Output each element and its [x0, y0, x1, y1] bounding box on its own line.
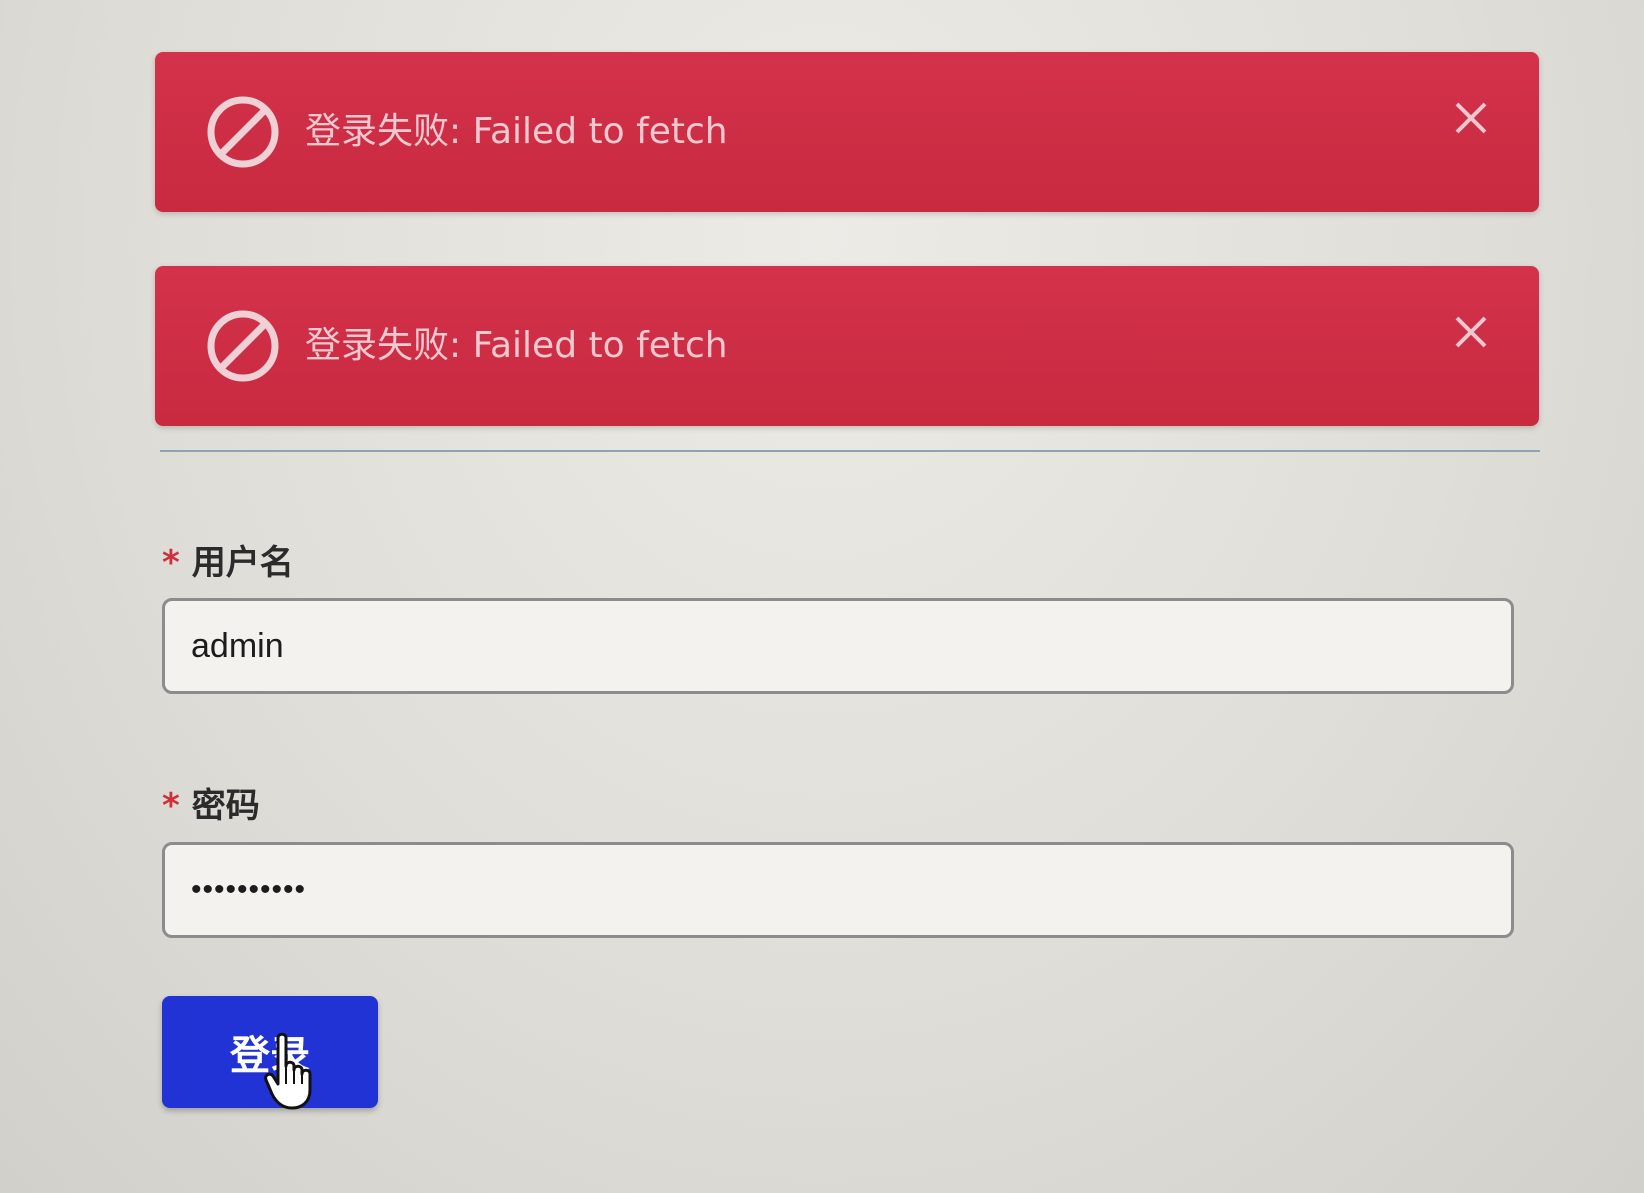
username-label: * 用户名: [162, 535, 294, 584]
username-input[interactable]: admin: [162, 598, 1514, 694]
password-value: ••••••••••: [191, 873, 307, 906]
hand-pointer-icon: [264, 1032, 312, 1110]
alert-message: 登录失败: Failed to fetch: [305, 325, 728, 366]
close-icon[interactable]: [1451, 312, 1491, 352]
error-alert: 登录失败: Failed to fetch: [155, 266, 1539, 426]
password-label: * 密码: [162, 778, 260, 827]
username-label-text: 用户名: [191, 543, 294, 583]
error-alert: 登录失败: Failed to fetch: [155, 52, 1539, 212]
required-mark: *: [162, 543, 180, 583]
username-value: admin: [191, 626, 284, 665]
required-mark: *: [162, 786, 180, 826]
alert-message: 登录失败: Failed to fetch: [305, 111, 728, 152]
forbidden-icon: [207, 310, 279, 382]
password-label-text: 密码: [191, 786, 260, 826]
forbidden-icon: [207, 96, 279, 168]
close-icon[interactable]: [1451, 98, 1491, 138]
divider: [160, 450, 1540, 452]
password-input[interactable]: ••••••••••: [162, 842, 1514, 938]
